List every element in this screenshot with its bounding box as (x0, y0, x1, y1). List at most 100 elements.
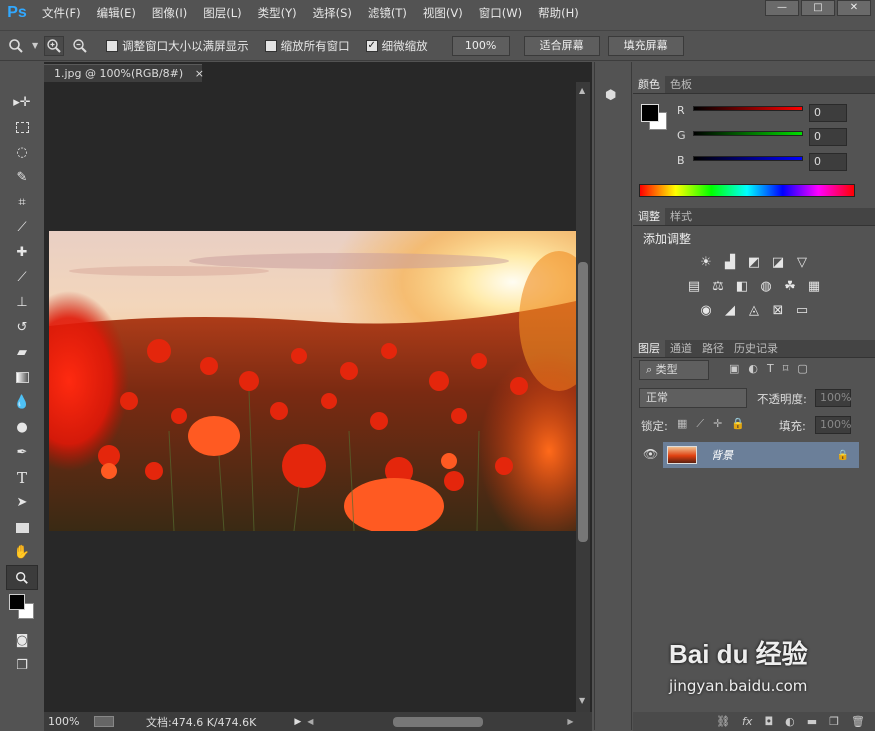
minimize-button[interactable]: — (765, 0, 799, 16)
hscroll-left-arrow[interactable]: ◀ (307, 717, 313, 726)
fill-input[interactable]: 100% (815, 416, 851, 434)
gradient-map-icon[interactable]: ▭ (793, 302, 811, 320)
status-menu-arrow-icon[interactable]: ▶ (294, 717, 301, 727)
tab-color[interactable]: 颜色 (633, 76, 665, 93)
poppy-field-image[interactable] (49, 231, 576, 531)
scrubby-zoom-checkbox[interactable]: ✓ 细微缩放 (365, 38, 428, 54)
tab-adjustments[interactable]: 调整 (633, 208, 665, 225)
tab-channels[interactable]: 通道 (665, 340, 697, 357)
menu-view[interactable]: 视图(V) (415, 0, 471, 26)
healing-brush-tool-icon[interactable]: ✚ (6, 240, 38, 265)
horizontal-scroll-thumb[interactable] (393, 716, 484, 727)
menu-edit[interactable]: 编辑(E) (89, 0, 144, 26)
selective-color-icon[interactable]: ⊠ (769, 302, 787, 320)
threshold-icon[interactable]: ◬ (745, 302, 763, 320)
blur-tool-icon[interactable]: 💧 (6, 390, 38, 415)
brightness-icon[interactable]: ☀ (697, 254, 715, 272)
blend-mode-select[interactable]: 正常 (639, 388, 747, 408)
new-group-icon[interactable]: ▬ (807, 715, 817, 728)
tab-paths[interactable]: 路径 (697, 340, 729, 357)
color-lookup-icon[interactable]: ▦ (805, 278, 823, 296)
foreground-color-swatch[interactable] (9, 594, 25, 610)
marquee-tool-icon[interactable] (6, 115, 38, 140)
hscroll-right-arrow[interactable]: ▶ (567, 717, 573, 726)
hand-tool-icon[interactable]: ✋ (6, 540, 38, 565)
exposure-icon[interactable]: ◪ (769, 254, 787, 272)
zoom-all-box[interactable] (264, 39, 277, 52)
channel-r-input[interactable]: 0 (809, 104, 847, 122)
eraser-tool-icon[interactable]: ▰ (6, 340, 38, 365)
document-tab[interactable]: 1.jpg @ 100%(RGB/8#) × (44, 64, 204, 82)
path-select-tool-icon[interactable]: ➤ (6, 490, 38, 515)
fg-color-swatch[interactable] (641, 104, 659, 122)
zoom-level[interactable]: 100% (44, 715, 94, 728)
brush-tool-icon[interactable]: ⟋ (6, 265, 38, 290)
tab-swatches[interactable]: 色板 (665, 76, 697, 93)
channel-mixer-icon[interactable]: ☘ (781, 278, 799, 296)
zoom-tool-preset-icon[interactable] (6, 36, 26, 56)
layer-name[interactable]: 背景 (711, 447, 733, 463)
filter-icons[interactable]: ▣◐T⌑▢ (729, 362, 817, 375)
fill-screen-button[interactable]: 填充屏幕 (607, 35, 684, 56)
menu-image[interactable]: 图像(I) (144, 0, 195, 26)
color-swatches[interactable] (6, 590, 38, 619)
resize-windows-checkbox[interactable]: 调整窗口大小以满屏显示 (106, 38, 249, 54)
vibrance-icon[interactable]: ▽ (793, 254, 811, 272)
lasso-tool-icon[interactable]: ◌ (6, 140, 38, 165)
tab-styles[interactable]: 样式 (665, 208, 697, 225)
add-mask-icon[interactable]: ◘ (764, 715, 773, 728)
zoom-tool-icon[interactable] (6, 565, 38, 590)
quick-select-tool-icon[interactable]: ✎ (6, 165, 38, 190)
preset-dropdown-icon[interactable]: ▼ (32, 41, 38, 50)
channel-b-slider[interactable] (693, 156, 803, 161)
rectangle-tool-icon[interactable] (6, 515, 38, 540)
vertical-scrollbar[interactable]: ▲ ▼ (576, 82, 590, 712)
pen-tool-icon[interactable]: ✒ (6, 440, 38, 465)
curves-icon[interactable]: ◩ (745, 254, 763, 272)
new-adjustment-icon[interactable]: ◐ (785, 715, 795, 728)
levels-icon[interactable]: ▟ (721, 254, 739, 272)
zoom-all-checkbox[interactable]: 缩放所有窗口 (264, 38, 350, 54)
layer-visibility-eye-icon[interactable]: 👁 (643, 447, 658, 461)
layer-row-background[interactable]: 背景 🔒 (663, 442, 859, 468)
scroll-down-arrow[interactable]: ▼ (579, 696, 585, 705)
photo-filter-icon[interactable]: ◍ (757, 278, 775, 296)
quick-mask-icon[interactable]: ◙ (6, 628, 38, 653)
posterize-icon[interactable]: ◢ (721, 302, 739, 320)
hue-saturation-icon[interactable]: ▤ (685, 278, 703, 296)
close-button[interactable]: ✕ (837, 0, 871, 16)
menu-filter[interactable]: 滤镜(T) (360, 0, 415, 26)
layer-filter-select[interactable]: ⌕ 类型 (639, 360, 709, 380)
channel-g-input[interactable]: 0 (809, 128, 847, 146)
black-white-icon[interactable]: ◧ (733, 278, 751, 296)
resize-windows-box[interactable] (106, 39, 119, 52)
eyedropper-tool-icon[interactable]: ⟋ (6, 215, 38, 240)
type-tool-icon[interactable]: T (6, 465, 38, 490)
menu-file[interactable]: 文件(F) (34, 0, 89, 26)
zoom-out-icon[interactable] (70, 36, 90, 56)
channel-r-slider[interactable] (693, 106, 803, 111)
menu-help[interactable]: 帮助(H) (530, 0, 587, 26)
link-layers-icon[interactable]: ⛓ (716, 715, 730, 728)
maximize-button[interactable]: □ (801, 0, 835, 16)
tab-layers[interactable]: 图层 (633, 340, 665, 357)
new-layer-icon[interactable]: ❐ (829, 715, 839, 728)
crop-tool-icon[interactable]: ⌗ (6, 190, 38, 215)
opacity-input[interactable]: 100% (815, 389, 851, 407)
tab-history[interactable]: 历史记录 (729, 340, 783, 357)
document-tab-close-icon[interactable]: × (195, 67, 204, 80)
scrubby-zoom-box[interactable]: ✓ (365, 39, 378, 52)
delete-layer-icon[interactable]: 🗑 (851, 715, 865, 728)
zoom-in-icon[interactable] (44, 35, 65, 56)
menu-layer[interactable]: 图层(L) (195, 0, 249, 26)
vertical-scroll-thumb[interactable] (578, 262, 588, 542)
channel-g-slider[interactable] (693, 131, 803, 136)
screen-mode-icon[interactable]: ❐ (6, 653, 38, 678)
gradient-tool-icon[interactable] (6, 365, 38, 390)
scroll-up-arrow[interactable]: ▲ (579, 86, 585, 95)
menu-select[interactable]: 选择(S) (305, 0, 360, 26)
fit-screen-button[interactable]: 适合屏幕 (523, 35, 600, 56)
clone-stamp-tool-icon[interactable]: ⊥ (6, 290, 38, 315)
move-tool-icon[interactable]: ▸✛ (6, 90, 38, 115)
invert-icon[interactable]: ◉ (697, 302, 715, 320)
